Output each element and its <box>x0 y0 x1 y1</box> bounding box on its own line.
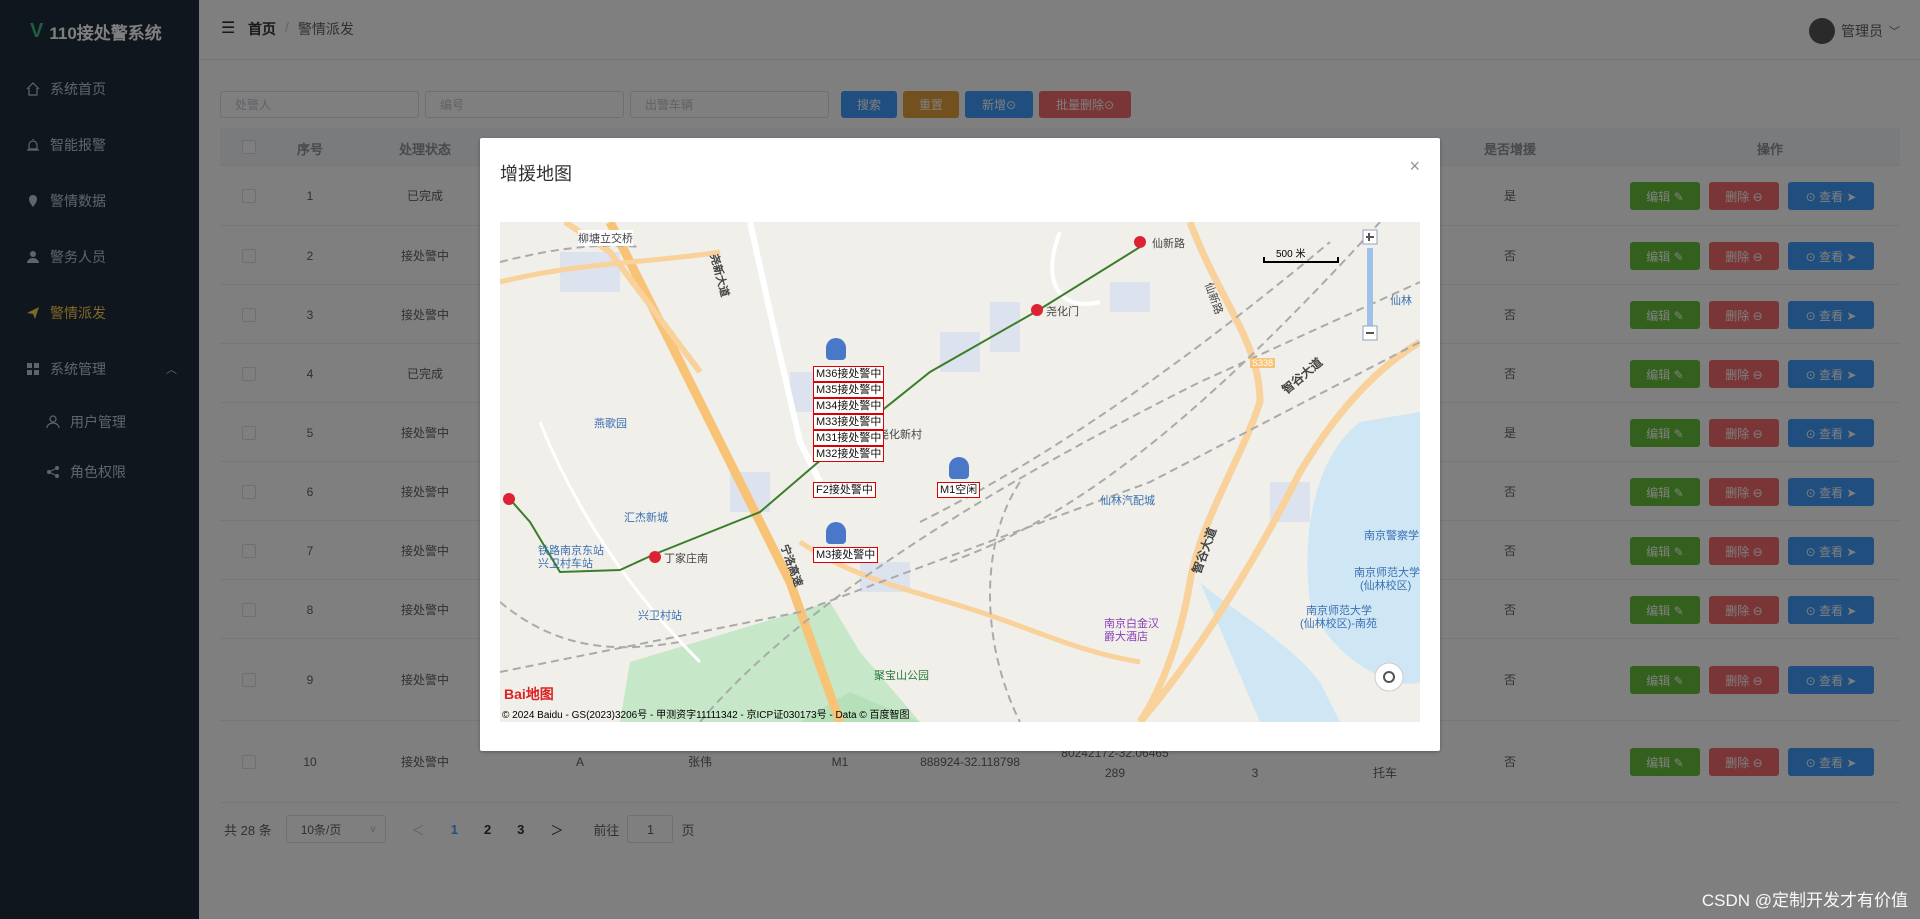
watermark: CSDN @定制开发才有价值 <box>1701 891 1908 910</box>
police-label[interactable]: F2接处警中 <box>813 482 876 498</box>
map-label: 仙林汽配城 <box>1100 495 1155 507</box>
map-label: 兴卫村车站 <box>538 558 593 570</box>
map-label: (仙林校区)-南苑 <box>1300 618 1377 630</box>
police-label[interactable]: M3接处警中 <box>813 547 879 563</box>
police-label[interactable]: M33接处警中 <box>813 414 885 430</box>
map-label: 兴卫村站 <box>638 610 682 622</box>
map-label: (仙林校区) <box>1360 580 1412 592</box>
police-label[interactable]: M36接处警中 <box>813 366 885 382</box>
baidu-logo: Bai地图 <box>504 686 554 702</box>
close-icon[interactable]: × <box>1409 156 1420 177</box>
map-label: 丁家庄南 <box>664 553 708 565</box>
map-label: 聚宝山公园 <box>874 670 929 682</box>
map-label: 南京警察学 <box>1364 530 1419 542</box>
map-label: 仙林 <box>1390 295 1412 307</box>
police-marker-icon[interactable] <box>949 457 969 479</box>
map-label: 汇杰新城 <box>624 512 668 524</box>
map-label: 仙新路 <box>1152 238 1185 250</box>
map-label: 尧化新村 <box>878 429 922 441</box>
dialog-title: 增援地图 <box>500 164 572 184</box>
map-label: 柳塘立交桥 <box>578 230 633 246</box>
baidu-map[interactable]: 柳塘立交桥 尧新大道 仙新路 尧化门 仙新路 S338 智谷大道 燕歌园 尧化新… <box>500 222 1420 722</box>
police-label[interactable]: M35接处警中 <box>813 382 885 398</box>
police-marker-icon[interactable] <box>826 522 846 544</box>
map-copyright: © 2024 Baidu - GS(2023)3206号 - 甲测资字11111… <box>502 710 910 721</box>
map-label: S338 <box>1250 358 1276 368</box>
map-label: 燕歌园 <box>594 418 627 430</box>
police-label[interactable]: M1空闲 <box>937 482 981 498</box>
map-label: 尧化门 <box>1046 306 1079 318</box>
map-label: 爵大酒店 <box>1104 631 1148 643</box>
police-label[interactable]: M34接处警中 <box>813 398 885 414</box>
police-label[interactable]: M32接处警中 <box>813 446 885 462</box>
backup-map-dialog: 增援地图 × 柳塘立交桥 尧新大道 仙新路 尧化门 仙新路 S338 智谷大道 … <box>480 138 1440 751</box>
police-label[interactable]: M31接处警中 <box>813 430 885 446</box>
police-marker-icon[interactable] <box>826 338 846 360</box>
map-scale: 500 米 <box>1276 249 1306 260</box>
